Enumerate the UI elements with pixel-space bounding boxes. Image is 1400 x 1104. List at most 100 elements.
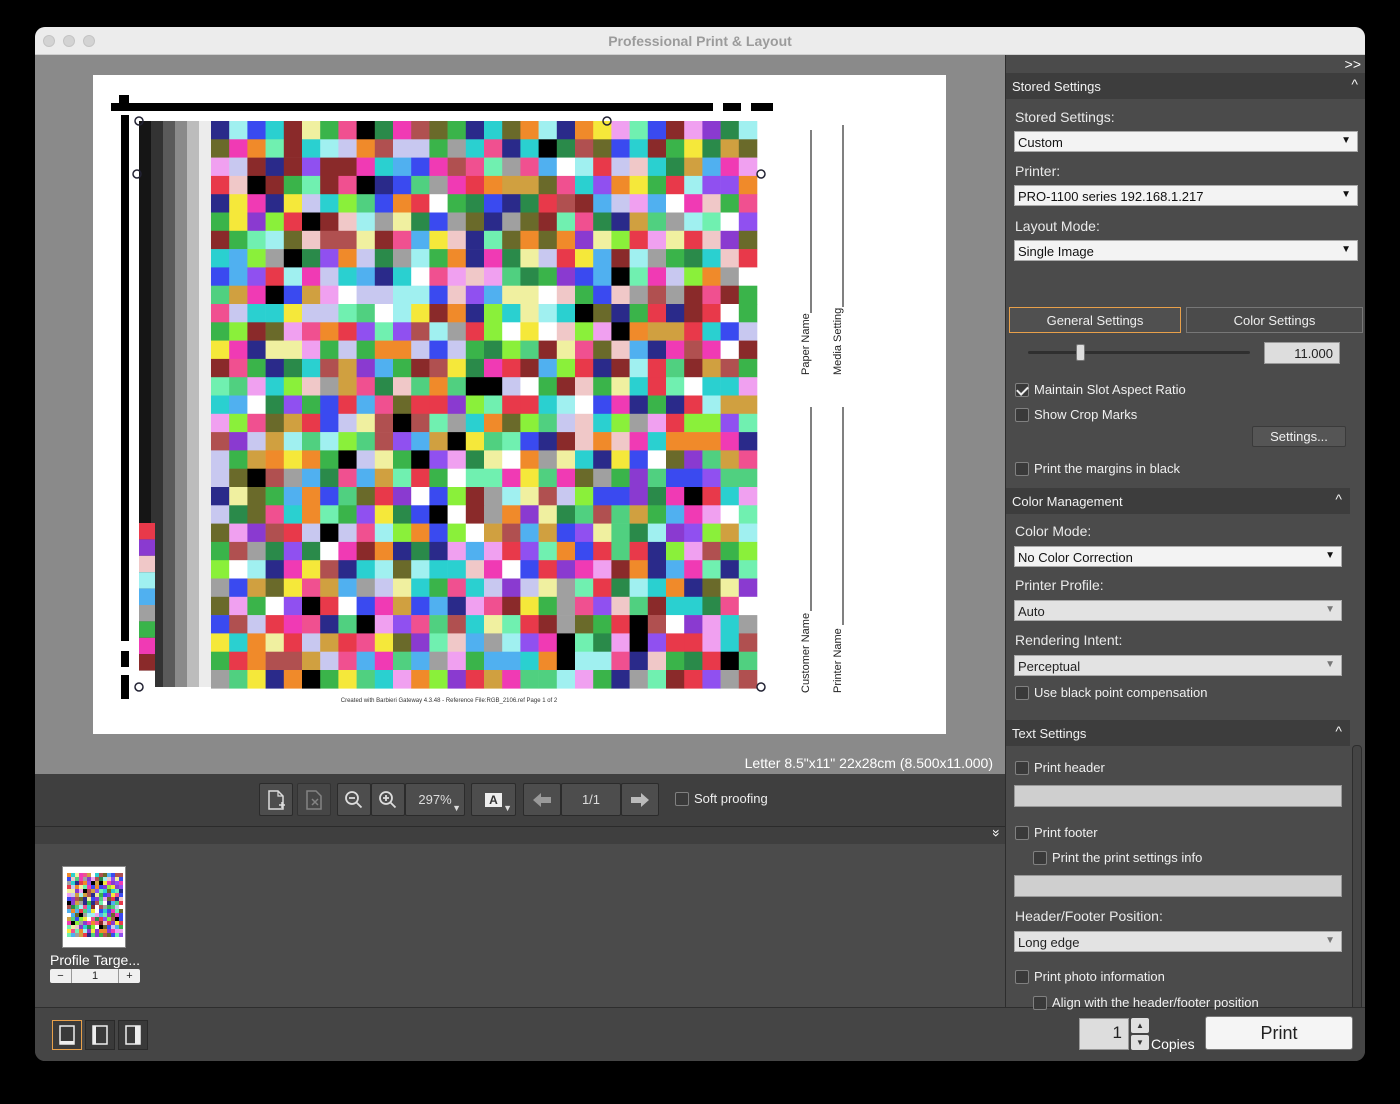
thumbnail-patch [115,893,119,897]
scale-slider-track[interactable] [1028,351,1250,354]
print-button[interactable]: Print [1205,1016,1353,1050]
text-insert-button[interactable]: A ▼ [471,783,516,816]
align-position-checkbox[interactable] [1033,995,1047,1010]
margins-black-checkbox[interactable] [1015,461,1029,476]
footer-text-field[interactable] [1014,875,1342,897]
print-footer-checkbox[interactable] [1015,825,1029,840]
color-patch [283,651,303,671]
color-patch [211,322,230,341]
show-crop-marks-option[interactable]: Show Crop Marks [1015,407,1137,422]
zoom-level-dropdown[interactable]: 297% ▼ [405,783,465,816]
color-patch [484,615,503,634]
color-mode-select[interactable]: No Color Correction ▼ [1014,546,1342,567]
color-patch [447,285,467,305]
color-patch [502,121,521,140]
print-settings-info-option[interactable]: Print the print settings info [1033,850,1202,865]
collapse-thumbnails-icon[interactable]: » [989,829,1005,837]
color-patch [374,267,394,286]
increment-button[interactable]: + [118,969,140,983]
layout-mode-select[interactable]: Single Image ▼ [1014,240,1358,261]
color-patch [720,377,740,396]
chevron-up-icon[interactable]: ^ [1351,76,1358,92]
layout-right-panel-button[interactable] [118,1020,148,1050]
color-patch [575,615,594,634]
margins-black-option[interactable]: Print the margins in black [1015,461,1180,476]
header-text-field[interactable] [1014,785,1342,807]
black-point-option[interactable]: Use black point compensation [1015,685,1207,700]
previous-page-button[interactable] [523,783,561,816]
scale-slider-thumb[interactable] [1076,344,1085,361]
color-patch [302,487,321,506]
print-header-checkbox[interactable] [1015,760,1029,775]
copies-input[interactable]: 1 [1079,1018,1129,1050]
printer-profile-select[interactable]: Auto ▼ [1014,600,1342,621]
color-patch [502,194,521,213]
soft-proofing-checkbox[interactable] [675,791,689,806]
text-settings-header[interactable]: Text Settings ^ [1006,720,1350,746]
printer-select[interactable]: PRO-1100 series 192.168.1.217 ▼ [1014,185,1358,206]
stored-settings-header[interactable]: Stored Settings ^ [1006,73,1365,99]
add-page-button[interactable] [259,783,293,816]
tab-general-settings[interactable]: General Settings [1009,307,1181,333]
chevron-up-icon[interactable]: ^ [1335,491,1342,507]
thumbnail-patch [95,913,99,917]
zoom-out-button[interactable] [337,783,371,816]
color-patch [429,157,448,177]
chevron-down-icon: ▼ [1325,935,1335,946]
color-patch [320,505,339,524]
scale-value-field[interactable]: 11.000 [1264,342,1340,364]
decrement-button[interactable]: − [50,969,72,983]
color-patch [593,175,612,195]
color-patch [520,157,539,177]
color-patch [575,541,594,561]
rendering-intent-select[interactable]: Perceptual ▼ [1014,655,1342,676]
photo-info-option[interactable]: Print photo information [1015,969,1165,984]
maintain-aspect-checkbox[interactable] [1015,382,1029,397]
layout-split-button[interactable] [85,1020,115,1050]
print-footer-option[interactable]: Print footer [1015,825,1098,840]
show-crop-marks-checkbox[interactable] [1015,407,1029,422]
color-patch [647,230,667,250]
tab-color-settings[interactable]: Color Settings [1186,307,1363,333]
header-footer-position-select[interactable]: Long edge ▼ [1014,931,1342,952]
color-patch [429,285,448,305]
print-header-option[interactable]: Print header [1015,760,1105,775]
color-patch [374,487,394,506]
copies-down-icon[interactable]: ▼ [1131,1035,1149,1050]
thumbnail-patch [71,881,75,885]
thumbnail-copies-stepper[interactable]: − 1 + [50,969,140,983]
layout-single-button[interactable] [52,1020,82,1050]
delete-page-button[interactable] [297,783,331,816]
thumbnail-patch [95,925,99,929]
thumbnail-image[interactable] [62,866,126,948]
top-registration-bar [119,103,713,111]
copies-stepper[interactable]: ▲ ▼ [1131,1018,1149,1050]
chevron-up-icon[interactable]: ^ [1335,723,1342,739]
align-position-option[interactable]: Align with the header/footer position [1033,995,1259,1010]
print-settings-info-checkbox[interactable] [1033,850,1047,865]
panel-scrollbar[interactable] [1352,745,1362,1030]
black-point-checkbox[interactable] [1015,685,1029,700]
thumbnail-patch [79,929,83,933]
copies-up-icon[interactable]: ▲ [1131,1018,1149,1033]
photo-info-checkbox[interactable] [1015,969,1029,984]
thumbnail-patch [95,917,99,921]
color-patch [556,121,576,140]
maintain-aspect-option[interactable]: Maintain Slot Aspect Ratio [1015,382,1186,397]
color-patch [484,377,503,396]
color-patch [666,157,685,177]
crop-settings-button[interactable]: Settings... [1252,426,1346,447]
stored-settings-select[interactable]: Custom ▼ [1014,131,1358,152]
color-patch [465,377,485,396]
paper-preview[interactable]: Paper Name Media Setting Customer Name P… [93,75,946,734]
thumbnail-patch [87,905,91,909]
thumbnail-copies-value[interactable]: 1 [72,969,118,983]
color-patch [684,358,703,378]
color-patch [502,468,521,488]
color-management-header[interactable]: Color Management ^ [1006,488,1350,514]
color-patch [374,139,394,158]
next-page-button[interactable] [621,783,659,816]
soft-proofing-toggle[interactable]: Soft proofing [675,791,768,806]
expand-panel-icon[interactable]: >> [1345,56,1361,72]
zoom-in-button[interactable] [371,783,405,816]
